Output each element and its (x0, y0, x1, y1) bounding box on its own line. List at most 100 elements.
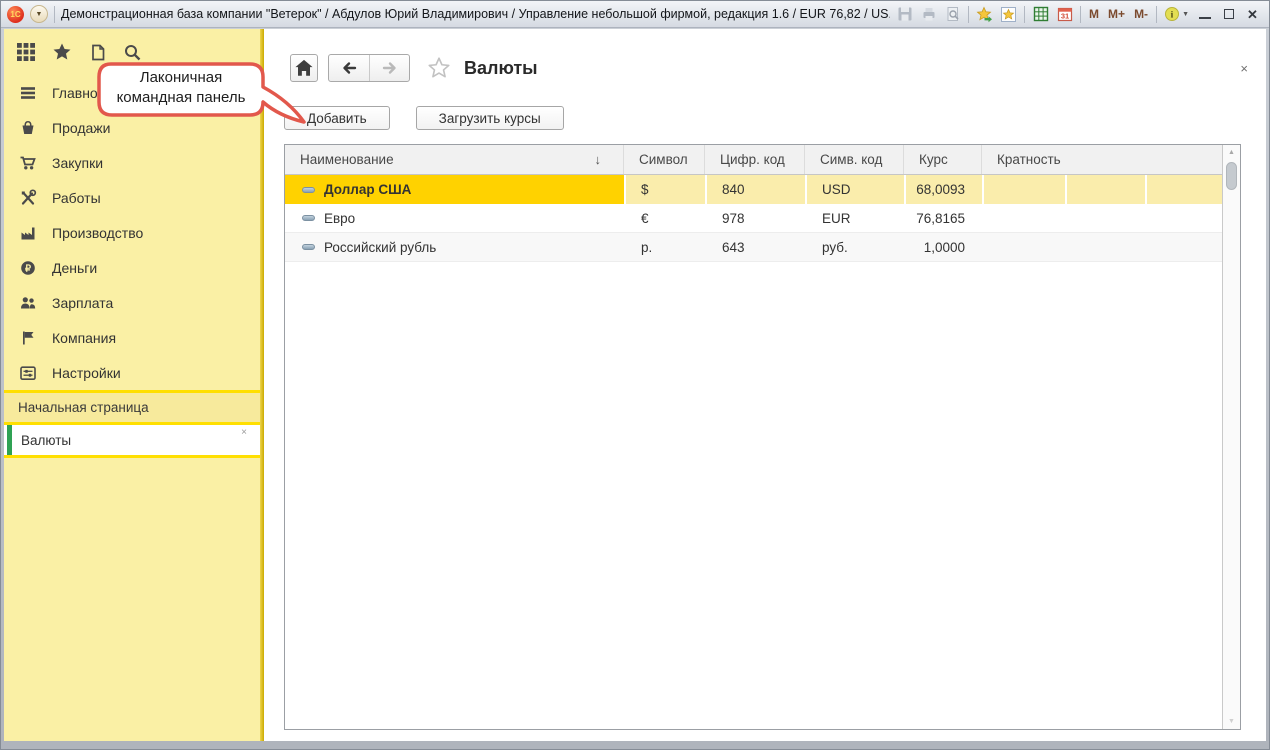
page-toolbar: Валюты (290, 54, 1266, 82)
titlebar: 1С ▼ Демонстрационная база компании "Вет… (1, 1, 1269, 28)
currency-numeric-code-cell: 978 (722, 210, 745, 226)
memory-minus-button[interactable]: M- (1133, 7, 1149, 21)
tools-icon (19, 188, 37, 207)
memory-plus-button[interactable]: M+ (1107, 7, 1126, 21)
search-icon[interactable] (123, 43, 142, 62)
table-grid: Наименование ↓ Символ Цифр. код Симв. ко… (285, 145, 1222, 729)
currency-multiplicity-cell (982, 204, 1222, 232)
tab-close-icon[interactable]: × (241, 427, 247, 438)
tab-label: Валюты (21, 432, 72, 448)
active-tab-marker (7, 425, 12, 455)
callout-bubble: Лаконичная командная панель (95, 61, 310, 129)
1c-logo-icon: 1С (7, 5, 24, 23)
sidebar-item-purchases[interactable]: Закупки (4, 145, 260, 180)
titlebar-separator (1080, 5, 1082, 23)
apps-grid-icon[interactable] (16, 42, 36, 62)
calendar-icon[interactable]: 31 (1056, 6, 1073, 23)
scroll-up-icon[interactable]: ▲ (1223, 149, 1240, 156)
sidebar-item-label: Компания (52, 329, 117, 346)
content-area: Валюты × Добавить Загрузить курсы Наимен… (264, 29, 1266, 741)
column-header-name[interactable]: Наименование ↓ (285, 145, 624, 174)
table-row[interactable]: Доллар США $ 840 USD 68,0093 (285, 175, 1222, 204)
currency-multiplicity-cell (982, 233, 1222, 261)
column-header-char-code[interactable]: Симв. код (805, 145, 904, 174)
main-menu-button[interactable]: ▼ (30, 5, 48, 23)
sidebar-item-label: Работы (52, 189, 101, 206)
vertical-scrollbar[interactable]: ▲ ▼ (1222, 145, 1240, 729)
add-favorite-icon[interactable] (976, 6, 993, 23)
sidebar-item-settings[interactable]: Настройки (4, 355, 260, 390)
callout-line1: Лаконичная (139, 69, 223, 86)
currency-rate-cell: 76,8165 (916, 210, 965, 226)
table-header-row: Наименование ↓ Символ Цифр. код Симв. ко… (285, 145, 1222, 175)
empty-cell (1145, 175, 1222, 204)
sort-descending-icon: ↓ (594, 152, 602, 167)
tab-currencies[interactable]: Валюты × (4, 425, 260, 455)
sidebar-item-works[interactable]: Работы (4, 180, 260, 215)
currency-numeric-code-cell: 840 (705, 175, 805, 204)
callout-text: Лаконичная командная панель (99, 68, 263, 108)
arrow-left-icon (343, 62, 357, 74)
minimize-button[interactable] (1196, 6, 1213, 23)
column-header-multiplicity[interactable]: Кратность (982, 145, 1222, 174)
command-bar: Добавить Загрузить курсы (284, 106, 1266, 130)
currency-multiplicity-cell (982, 175, 1222, 204)
calculator-icon[interactable] (1032, 6, 1049, 23)
titlebar-toolbar: 31 M M+ M- i ▼ ✕ (896, 5, 1261, 23)
currencies-table: Наименование ↓ Символ Цифр. код Симв. ко… (284, 144, 1241, 730)
arrow-right-icon (382, 62, 396, 74)
home-page-bar[interactable]: Начальная страница (4, 393, 260, 422)
memory-recall-button[interactable]: M (1088, 7, 1100, 21)
window-title: Демонстрационная база компании "Ветерок"… (61, 7, 890, 21)
scrollbar-thumb[interactable] (1226, 162, 1237, 190)
chevron-down-icon: ▼ (1182, 10, 1189, 18)
sidebar-item-production[interactable]: Производство (4, 215, 260, 250)
currency-rate-cell: 68,0093 (904, 175, 982, 204)
cart-icon (19, 154, 37, 172)
titlebar-separator (54, 5, 55, 23)
titlebar-separator (968, 5, 970, 23)
currency-item-icon (302, 244, 315, 250)
column-header-symbol[interactable]: Символ (624, 145, 705, 174)
column-header-numeric-code[interactable]: Цифр. код (705, 145, 805, 174)
empty-cell (1065, 175, 1145, 204)
save-icon[interactable] (896, 6, 913, 23)
info-button[interactable]: i ▼ (1164, 6, 1189, 22)
currency-name: Российский рубль (324, 239, 437, 255)
sidebar-item-company[interactable]: Компания (4, 320, 260, 355)
back-button[interactable] (329, 55, 369, 81)
page-close-icon[interactable]: × (1240, 61, 1248, 76)
currency-name: Евро (324, 210, 356, 226)
maximize-button[interactable] (1220, 6, 1237, 23)
print-icon[interactable] (920, 6, 937, 23)
sidebar-item-salary[interactable]: Зарплата (4, 285, 260, 320)
callout-line2: командная панель (116, 89, 246, 106)
currency-symbol-cell: р. (641, 239, 653, 255)
forward-button[interactable] (369, 55, 409, 81)
svg-text:31: 31 (1060, 12, 1068, 21)
table-row[interactable]: Евро € 978 EUR 76,8165 (285, 204, 1222, 233)
close-button[interactable]: ✕ (1244, 6, 1261, 23)
sidebar: Главное Продажи Закупки Работы Производс… (4, 29, 260, 741)
currency-char-code-cell: USD (805, 175, 904, 204)
currency-name: Доллар США (324, 182, 412, 197)
sidebar-item-label: Настройки (52, 364, 121, 381)
basket-icon (19, 119, 37, 137)
currency-name-cell: Российский рубль (285, 233, 624, 261)
favorites-icon[interactable] (1000, 6, 1017, 23)
sidebar-item-label: Закупки (52, 154, 104, 171)
history-nav-group (328, 54, 410, 82)
column-header-rate[interactable]: Курс (904, 145, 982, 174)
load-rates-button[interactable]: Загрузить курсы (415, 106, 564, 130)
favorites-star-icon[interactable] (52, 42, 72, 62)
sidebar-item-money[interactable]: ₽ Деньги (4, 250, 260, 285)
svg-text:₽: ₽ (25, 263, 32, 274)
app-window: 1С ▼ Демонстрационная база компании "Вет… (0, 0, 1270, 750)
favorite-toggle-star[interactable] (426, 55, 452, 81)
factory-icon (19, 224, 37, 242)
table-row[interactable]: Российский рубль р. 643 руб. 1,0000 (285, 233, 1222, 262)
history-icon[interactable] (88, 43, 107, 62)
scroll-down-icon[interactable]: ▼ (1223, 718, 1240, 725)
preview-icon[interactable] (944, 6, 961, 23)
currency-numeric-code-cell: 643 (722, 239, 745, 255)
